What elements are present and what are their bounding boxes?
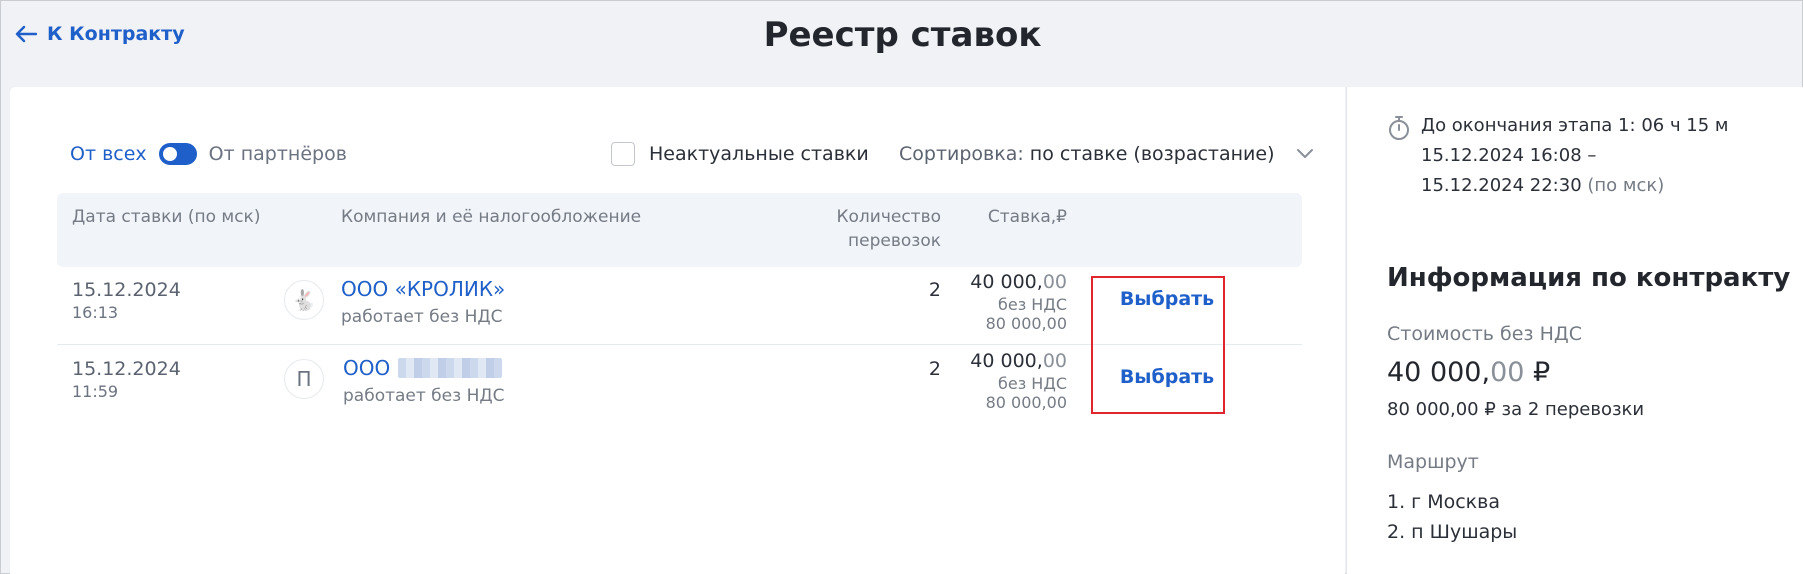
route-point: 1. г Москва (1387, 491, 1500, 513)
bid-date-cell: 15.12.2024 11:59 (72, 358, 181, 401)
timer-text: До окончания этапа 1: 06 ч 15 м 15.12.20… (1421, 111, 1729, 201)
company-name-link[interactable]: ООО (343, 356, 505, 380)
period-end: 15.12.2024 22:30 (1421, 175, 1582, 196)
sort-dropdown[interactable]: Сортировка: по ставке (возрастание) (899, 143, 1315, 165)
toggle-option-all[interactable]: От всех (70, 143, 147, 165)
stopwatch-icon (1389, 116, 1409, 140)
trips-count: 2 (928, 279, 941, 301)
route-label: Маршрут (1387, 451, 1479, 473)
table-header: Дата ставки (по мск) Компания и её налог… (57, 193, 1302, 267)
stage-timer: До окончания этапа 1: 06 ч 15 м 15.12.20… (1387, 111, 1729, 201)
company-name-link[interactable]: ООО «КРОЛИК» (341, 277, 505, 301)
outdated-bids-label: Неактуальные ставки (649, 143, 869, 165)
column-header-count-line1: Количество (836, 207, 941, 227)
rate-cell: 40 000,00 без НДС 80 000,00 (937, 271, 1067, 333)
chevron-down-icon (1296, 149, 1313, 158)
company-name-prefix: ООО (343, 356, 391, 380)
sort-value: по ставке (возрастание) (1029, 143, 1275, 165)
column-header-count: Количество перевозок (767, 205, 941, 253)
table-row: 15.12.2024 16:13 🐇 ООО «КРОЛИК» работает… (57, 267, 1302, 345)
timer-prefix: До окончания этапа 1: (1421, 115, 1636, 136)
rate-cell: 40 000,00 без НДС 80 000,00 (937, 350, 1067, 412)
rate-value: 40 000,00 (937, 350, 1067, 372)
page-title: Реестр ставок (763, 15, 1042, 55)
select-bid-button[interactable]: Выбрать (1120, 362, 1214, 392)
column-header-count-line2: перевозок (848, 231, 941, 251)
route-point: 2. п Шушары (1387, 521, 1518, 543)
cost-cents: 00 (1490, 357, 1525, 388)
rate-total: 80 000,00 (985, 393, 1067, 412)
outdated-bids-filter[interactable]: Неактуальные ставки (611, 142, 869, 166)
cost-whole: 40 000, (1387, 357, 1491, 388)
period-timezone: (по мск) (1587, 175, 1665, 196)
redacted-company-name (398, 358, 503, 378)
contract-info-title: Информация по контракту (1387, 263, 1791, 293)
app-frame: К Контракту Реестр ставок От всех От пар… (0, 0, 1803, 574)
bid-time: 11:59 (72, 382, 119, 401)
bids-panel: От всех От партнёров Неактуальные ставки… (10, 87, 1345, 574)
cost-currency: ₽ (1524, 357, 1551, 388)
route-list: 1. г Москва 2. п Шушары (1387, 487, 1517, 547)
trips-count: 2 (928, 358, 941, 380)
sort-label: Сортировка: (899, 143, 1024, 165)
company-avatar: П (284, 359, 324, 399)
contract-info-panel: До окончания этапа 1: 06 ч 15 м 15.12.20… (1346, 87, 1803, 574)
column-header-rate: Ставка,₽ (987, 207, 1067, 227)
column-header-date: Дата ставки (по мск) (72, 207, 261, 227)
table-row: 15.12.2024 11:59 П ООО работает без НДС … (57, 346, 1302, 424)
company-tax: работает без НДС (341, 307, 503, 327)
period-start: 15.12.2024 16:08 – (1421, 145, 1597, 166)
company-avatar: 🐇 (284, 280, 324, 320)
company-cell: ООО работает без НДС (343, 356, 505, 406)
rate-value: 40 000,00 (937, 271, 1067, 293)
toggle-option-partners[interactable]: От партнёров (209, 143, 347, 165)
rate-cents: 00 (1042, 271, 1067, 293)
cost-total-for-trips: 80 000,00 ₽ за 2 перевозки (1387, 399, 1645, 420)
bid-time: 16:13 (72, 303, 119, 322)
timer-value: 06 ч 15 м (1641, 115, 1729, 136)
bid-date: 15.12.2024 (72, 358, 181, 380)
rate-tax: без НДС (997, 295, 1067, 314)
column-header-company: Компания и её налогообложение (341, 207, 642, 227)
rate-total: 80 000,00 (985, 314, 1067, 333)
company-cell: ООО «КРОЛИК» работает без НДС (341, 277, 505, 327)
rate-whole: 40 000, (970, 271, 1043, 293)
rate-whole: 40 000, (970, 350, 1043, 372)
outdated-bids-checkbox[interactable] (611, 142, 635, 166)
select-bid-button[interactable]: Выбрать (1120, 284, 1214, 314)
company-tax: работает без НДС (343, 386, 505, 406)
bid-date-cell: 15.12.2024 16:13 (72, 279, 181, 322)
switch-knob (162, 147, 177, 161)
rate-cents: 00 (1042, 350, 1067, 372)
cost-label: Стоимость без НДС (1387, 323, 1582, 345)
rate-tax: без НДС (997, 374, 1067, 393)
bid-date: 15.12.2024 (72, 279, 181, 301)
cost-value: 40 000,00 ₽ (1387, 357, 1550, 388)
source-switch[interactable] (158, 143, 197, 165)
source-toggle: От всех От партнёров (70, 143, 347, 165)
